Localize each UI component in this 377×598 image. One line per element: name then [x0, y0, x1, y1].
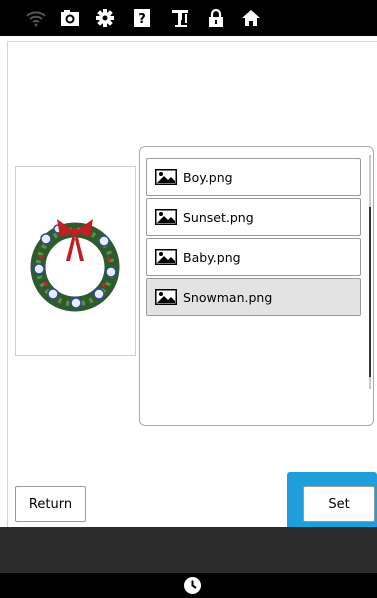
scrollbar-thumb[interactable] [369, 207, 371, 377]
help-icon[interactable]: ? [128, 4, 156, 32]
lock-icon[interactable] [202, 4, 230, 32]
return-label: Return [28, 496, 73, 512]
file-name: Boy.png [183, 169, 233, 185]
list-item[interactable]: Sunset.png [146, 198, 361, 236]
set-label: Set [328, 496, 350, 512]
wreath-image [30, 219, 120, 312]
svg-text:?: ? [138, 12, 146, 27]
list-item-selected[interactable]: Snowman.png [146, 278, 361, 316]
image-file-icon [155, 209, 177, 225]
file-name: Baby.png [183, 249, 241, 265]
bottom-bar [0, 573, 377, 598]
image-file-icon [155, 169, 177, 185]
status-band [0, 527, 377, 573]
list-item[interactable]: Boy.png [146, 158, 361, 196]
file-list[interactable]: Boy.png Sunset.png Baby.png Snowman.png [139, 146, 374, 426]
home-icon[interactable] [237, 4, 265, 32]
file-name: Snowman.png [183, 289, 273, 305]
list-item[interactable]: Baby.png [146, 238, 361, 276]
camera-icon[interactable] [56, 4, 84, 32]
image-file-icon [155, 249, 177, 265]
wifi-icon[interactable] [22, 4, 50, 32]
top-toolbar: ? [0, 0, 377, 36]
gear-icon[interactable] [91, 4, 119, 32]
sewing-machine-icon[interactable] [166, 4, 194, 32]
image-preview [15, 166, 136, 356]
file-name: Sunset.png [183, 209, 254, 225]
set-button[interactable]: Set [303, 486, 375, 522]
image-file-icon [155, 289, 177, 305]
clock-icon[interactable] [183, 576, 202, 595]
return-button[interactable]: Return [15, 486, 86, 522]
